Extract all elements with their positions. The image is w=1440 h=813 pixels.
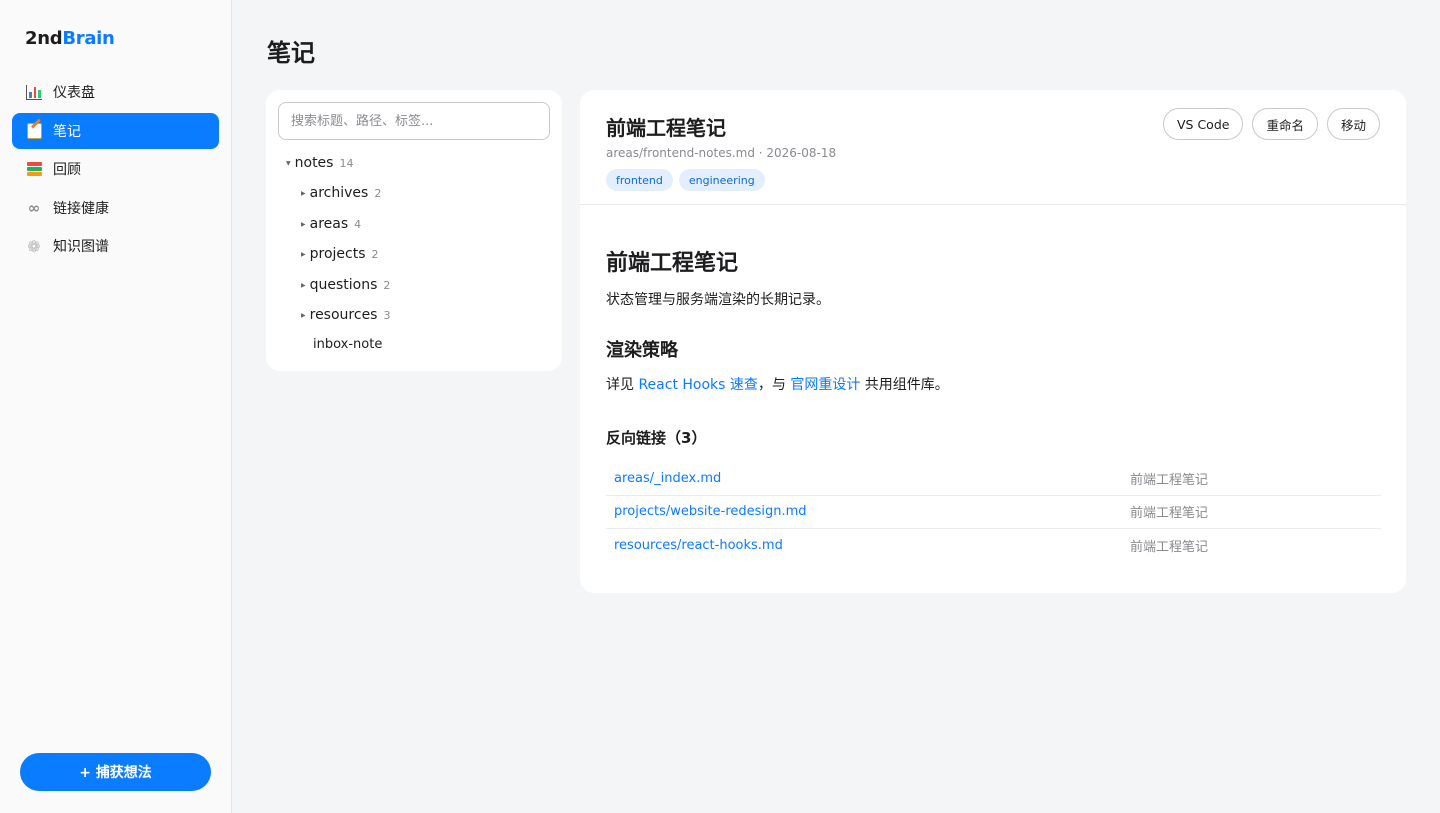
notes-tree-panel: ▼ notes 14 ▶ archives 2 ▶ areas 4 ▶ proj… (266, 90, 562, 371)
tree-folder-count: 2 (371, 248, 379, 261)
brand-logo[interactable]: 2ndBrain (25, 28, 115, 49)
sidebar-nav: 仪表盘 笔记 回顾 ∞ 链接健康 ❁ 知识图谱 (12, 74, 219, 267)
note-title: 前端工程笔记 (606, 116, 726, 140)
tree-folder-questions[interactable]: ▶ questions 2 (301, 277, 390, 293)
capture-idea-button[interactable]: + 捕获想法 (20, 753, 211, 791)
memo-icon (25, 122, 43, 140)
paragraph-text: ，与 (757, 377, 791, 393)
backlink-path[interactable]: resources/react-hooks.md (606, 538, 1130, 553)
tag-frontend[interactable]: frontend (606, 169, 673, 191)
open-vscode-button[interactable]: VS Code (1163, 108, 1244, 140)
sidebar-item-label: 回顾 (53, 162, 81, 178)
rename-button[interactable]: 重命名 (1252, 108, 1318, 140)
backlink-target: 前端工程笔记 (1130, 540, 1209, 556)
backlink-target: 前端工程笔记 (1130, 506, 1209, 522)
caret-right-icon: ▶ (301, 251, 306, 258)
content-heading-2: 渲染策略 (606, 340, 678, 361)
web-icon: ❁ (27, 236, 41, 256)
tree-folder-notes[interactable]: ▼ notes 14 (286, 155, 353, 171)
caret-right-icon: ▶ (301, 282, 306, 289)
backlink-path[interactable]: areas/_index.md (606, 471, 1130, 486)
table-row: resources/react-hooks.md 前端工程笔记 (606, 529, 1381, 563)
brand-part-2: Brain (62, 28, 115, 49)
sidebar-item-link-health[interactable]: ∞ 链接健康 (12, 190, 219, 226)
tree-folder-count: 2 (383, 279, 391, 292)
backlink-target: 前端工程笔记 (1130, 472, 1209, 488)
tree-folder-count: 14 (339, 157, 354, 170)
tag-engineering[interactable]: engineering (678, 169, 765, 191)
caret-right-icon: ▶ (301, 221, 306, 228)
caret-down-icon: ▼ (286, 160, 291, 167)
sidebar-item-label: 知识图谱 (53, 239, 109, 255)
sidebar-item-dashboard[interactable]: 仪表盘 (12, 74, 219, 110)
wikilink-website-redesign[interactable]: 官网重设计 (790, 377, 860, 393)
header-divider (580, 204, 1406, 205)
note-actions: VS Code 重命名 移动 (1163, 108, 1380, 140)
content-heading-1: 前端工程笔记 (606, 251, 739, 276)
move-button[interactable]: 移动 (1326, 108, 1380, 140)
chart-icon (25, 83, 43, 101)
table-row: areas/_index.md 前端工程笔记 (606, 462, 1381, 496)
tree-folder-label: areas (309, 216, 349, 232)
sidebar-item-label: 仪表盘 (53, 85, 95, 101)
note-tags: frontend engineering (606, 169, 765, 191)
tree-folder-label: notes (294, 155, 334, 171)
backlink-path[interactable]: projects/website-redesign.md (606, 504, 1130, 519)
content-paragraph-2: 详见 React Hooks 速查，与 官网重设计 共用组件库。 (606, 374, 949, 394)
search-input[interactable] (278, 102, 550, 140)
caret-right-icon: ▶ (301, 190, 306, 197)
sidebar: 2ndBrain 仪表盘 笔记 回顾 ∞ 链接健康 ❁ 知识图谱 + 捕获想法 (0, 0, 232, 813)
sidebar-item-knowledge-graph[interactable]: ❁ 知识图谱 (12, 228, 219, 264)
books-icon (25, 160, 43, 178)
sidebar-item-label: 链接健康 (53, 200, 109, 217)
sidebar-item-review[interactable]: 回顾 (12, 151, 219, 187)
tree-folder-archives[interactable]: ▶ archives 2 (301, 185, 381, 201)
paragraph-text: 共用组件库。 (860, 377, 949, 393)
tree-folder-areas[interactable]: ▶ areas 4 (301, 216, 361, 232)
sidebar-item-label: 笔记 (53, 123, 81, 140)
tree-folder-label: resources (309, 307, 378, 323)
tree-folder-projects[interactable]: ▶ projects 2 (301, 246, 379, 262)
note-meta: areas/frontend-notes.md · 2026-08-18 (606, 146, 837, 160)
tree-folder-label: archives (309, 185, 369, 201)
tree-folder-count: 3 (383, 309, 391, 322)
note-detail-panel: 前端工程笔记 areas/frontend-notes.md · 2026-08… (580, 90, 1406, 593)
tree-folder-resources[interactable]: ▶ resources 3 (301, 307, 390, 323)
backlinks-table: areas/_index.md 前端工程笔记 projects/website-… (606, 462, 1381, 563)
link-icon: ∞ (27, 198, 41, 217)
tree-folder-label: projects (309, 246, 366, 262)
backlinks-title: 反向链接（3） (606, 429, 707, 447)
brand-part-1: 2nd (25, 28, 63, 49)
tree-folder-count: 2 (374, 187, 382, 200)
tree-note-inbox-note[interactable]: inbox-note (313, 337, 382, 352)
tree-folder-count: 4 (354, 218, 362, 231)
caret-right-icon: ▶ (301, 312, 306, 319)
tree-folder-label: questions (309, 277, 378, 293)
sidebar-item-notes[interactable]: 笔记 (12, 112, 219, 149)
table-row: projects/website-redesign.md 前端工程笔记 (606, 496, 1381, 529)
paragraph-text: 详见 (606, 377, 639, 393)
wikilink-react-hooks[interactable]: React Hooks 速查 (638, 377, 757, 393)
content-paragraph-1: 状态管理与服务端渲染的长期记录。 (606, 292, 830, 308)
page-title: 笔记 (267, 39, 315, 67)
